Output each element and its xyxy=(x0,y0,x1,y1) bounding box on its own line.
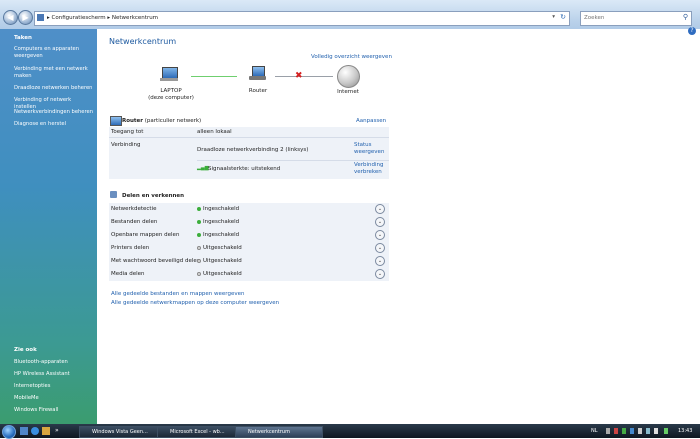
breadcrumb[interactable]: ▸ Configuratiescherm ▸ Netwerkcentrum ▾ … xyxy=(34,11,570,26)
network-type: (particulier netwerk) xyxy=(144,118,202,124)
status-dot xyxy=(197,207,201,211)
customize-link[interactable]: Aanpassen xyxy=(356,118,386,124)
tray-icon[interactable] xyxy=(614,428,618,434)
main-content: ? Netwerkcentrum Volledig overzicht weer… xyxy=(97,27,700,424)
network-details-panel: Toegang tot alleen lokaal Verbinding Dra… xyxy=(109,127,389,179)
disconnected-icon: ✖ xyxy=(295,71,303,81)
sharing-panel: Netwerkdetectie Ingeschakeld ⌄ Bestanden… xyxy=(109,203,389,281)
status-link[interactable]: Status weergeven xyxy=(354,142,386,156)
connection-value: Draadloze netwerkverbinding 2 (linksys) xyxy=(197,147,309,153)
clock[interactable]: 13:43 xyxy=(678,428,692,434)
signal-icon: ▂▄▆ xyxy=(197,165,209,171)
taskbar-item-netwerkcentrum[interactable]: Netwerkcentrum xyxy=(235,426,323,438)
forward-button[interactable]: ▶ xyxy=(18,10,33,25)
search-box[interactable]: ⚲ xyxy=(580,11,692,26)
chevron-down-icon[interactable]: ⌄ xyxy=(375,243,385,253)
connection-line-router-internet xyxy=(275,76,333,77)
quicklaunch-ie-icon[interactable] xyxy=(31,427,39,435)
laptop-sublabel: (deze computer) xyxy=(148,95,194,101)
sidebar-tasks-title: Taken xyxy=(14,35,32,41)
refresh-icon[interactable]: ↻ xyxy=(560,13,566,21)
chevron-down-icon[interactable]: ⌄ xyxy=(375,204,385,214)
shared-files-link[interactable]: Alle gedeelde bestanden en mappen weerge… xyxy=(111,291,244,297)
shared-folders-link[interactable]: Alle gedeelde netwerkmappen op deze comp… xyxy=(111,300,279,306)
sidebar-item-computers[interactable]: Computers en apparaten weergeven xyxy=(14,46,94,60)
status-dot xyxy=(197,272,201,276)
laptop-label: LAPTOP xyxy=(160,88,182,94)
sidebar-item-firewall[interactable]: Windows Firewall xyxy=(14,407,94,414)
chevron-down-icon[interactable]: ▾ xyxy=(552,14,555,20)
sharing-icon xyxy=(110,191,117,198)
tray-icon[interactable] xyxy=(638,428,642,434)
control-panel-icon xyxy=(37,14,44,21)
sidebar-item-hp-wireless[interactable]: HP Wireless Assistant xyxy=(14,371,94,378)
signal-value: Signaalsterkte: uitstekend xyxy=(208,166,281,172)
sidebar-item-wireless[interactable]: Draadloze netwerken beheren xyxy=(14,85,94,92)
sharing-row-file-sharing[interactable]: Bestanden delen Ingeschakeld ⌄ xyxy=(109,216,389,229)
sharing-row-network-discovery[interactable]: Netwerkdetectie Ingeschakeld ⌄ xyxy=(109,203,389,216)
page-title: Netwerkcentrum xyxy=(109,37,177,46)
laptop-icon[interactable] xyxy=(160,67,178,82)
sidebar-item-diagnose[interactable]: Diagnose en herstel xyxy=(14,121,94,128)
network-name: Router xyxy=(122,118,144,124)
access-value: alleen lokaal xyxy=(197,129,232,135)
chevron-down-icon[interactable]: ⌄ xyxy=(375,230,385,240)
volume-icon[interactable] xyxy=(654,428,658,434)
disconnect-link[interactable]: Verbinding verbreken xyxy=(354,162,390,176)
sharing-row-password[interactable]: Met wachtwoord beveiligd delen Uitgescha… xyxy=(109,255,389,268)
back-button[interactable]: ◀ xyxy=(3,10,18,25)
sidebar: Taken Computers en apparaten weergeven V… xyxy=(0,29,97,424)
sharing-row-public-folders[interactable]: Openbare mappen delen Ingeschakeld ⌄ xyxy=(109,229,389,242)
sidebar-seealso-title: Zie ook xyxy=(14,347,37,353)
breadcrumb-item-netwerkcentrum[interactable]: Netwerkcentrum xyxy=(112,15,158,21)
full-map-link[interactable]: Volledig overzicht weergeven xyxy=(311,54,392,60)
start-button[interactable] xyxy=(2,425,16,439)
network-tray-icon[interactable] xyxy=(664,428,668,434)
chevron-down-icon[interactable]: ⌄ xyxy=(375,217,385,227)
status-dot xyxy=(197,246,201,250)
sharing-row-printers[interactable]: Printers delen Uitgeschakeld ⌄ xyxy=(109,242,389,255)
status-dot xyxy=(197,259,201,263)
router-icon[interactable] xyxy=(249,66,267,82)
search-icon[interactable]: ⚲ xyxy=(683,13,688,21)
sidebar-item-bluetooth[interactable]: Bluetooth-apparaten xyxy=(14,359,94,366)
taskbar-item-windows-vista[interactable]: Windows Vista Geen... xyxy=(79,426,167,438)
router-label: Router xyxy=(248,88,268,94)
chevron-down-icon[interactable]: ⌄ xyxy=(375,269,385,279)
network-icon xyxy=(110,116,122,126)
tray-icon[interactable] xyxy=(630,428,634,434)
search-input[interactable] xyxy=(584,13,674,23)
taskbar: » Windows Vista Geen... Microsoft Excel … xyxy=(0,424,700,439)
status-dot xyxy=(197,220,201,224)
globe-icon[interactable] xyxy=(337,65,360,88)
breadcrumb-item-configuratiescherm[interactable]: Configuratiescherm xyxy=(52,15,106,21)
sharing-title: Delen en verkennen xyxy=(122,193,185,199)
connection-line-laptop-router xyxy=(191,76,237,77)
access-label: Toegang tot xyxy=(111,129,144,135)
internet-label: Internet xyxy=(337,89,359,95)
tray-icon[interactable] xyxy=(646,428,650,434)
status-dot xyxy=(197,233,201,237)
language-indicator[interactable]: NL xyxy=(591,428,598,434)
chevron-down-icon[interactable]: ⌄ xyxy=(375,256,385,266)
sidebar-item-internet-options[interactable]: Internetopties xyxy=(14,383,94,390)
sharing-row-media[interactable]: Media delen Uitgeschakeld ⌄ xyxy=(109,268,389,281)
sidebar-item-manage[interactable]: Netwerkverbindingen beheren xyxy=(14,109,94,116)
quicklaunch-folder-icon[interactable] xyxy=(42,427,50,435)
sidebar-item-connect[interactable]: Verbinding met een netwerk maken xyxy=(14,66,94,80)
quicklaunch-desktop-icon[interactable] xyxy=(20,427,28,435)
tray-icon[interactable] xyxy=(622,428,626,434)
help-icon[interactable]: ? xyxy=(688,27,696,35)
quicklaunch-more-icon[interactable]: » xyxy=(55,427,59,434)
sidebar-item-mobileme[interactable]: MobileMe xyxy=(14,395,94,402)
tray-icon[interactable] xyxy=(606,428,610,434)
connection-label: Verbinding xyxy=(111,142,141,148)
taskbar-item-excel[interactable]: Microsoft Excel - wb... xyxy=(157,426,245,438)
